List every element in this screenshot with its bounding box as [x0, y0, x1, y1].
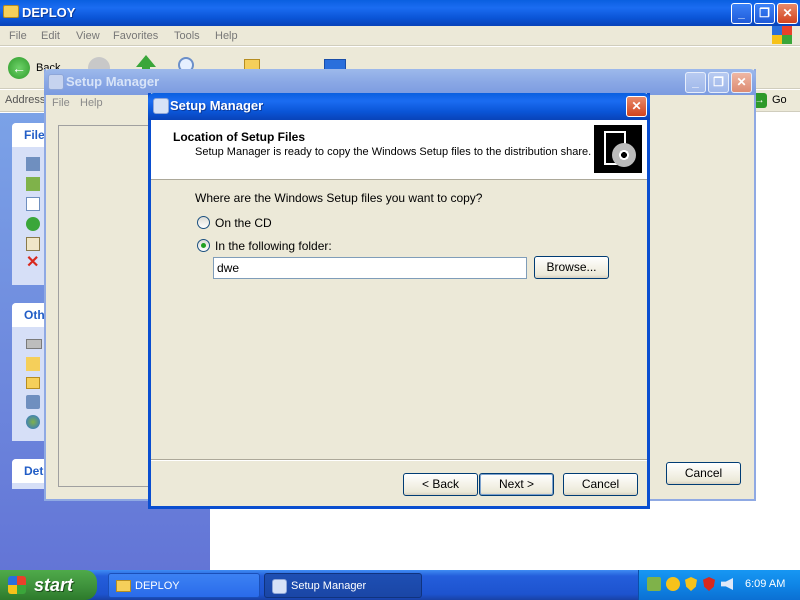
menu-favorites[interactable]: Favorites [113, 30, 158, 42]
deploy-menu-bar: File Edit View Favorites Tools Help [0, 26, 800, 46]
back-button[interactable]: < Back [403, 473, 478, 496]
taskbar-item-deploy-label: DEPLOY [135, 580, 180, 592]
option-folder-radio[interactable] [197, 239, 210, 252]
move-icon[interactable] [26, 177, 40, 191]
email-icon[interactable] [26, 237, 40, 251]
option-cd-radio[interactable] [197, 216, 210, 229]
setup-cancel-button[interactable]: Cancel [666, 462, 741, 485]
option-folder-label: In the following folder: [215, 239, 332, 253]
dialog-close-button[interactable]: ✕ [626, 96, 647, 117]
setup-manager-icon [272, 579, 287, 594]
dialog-title-bar[interactable]: Setup Manager ✕ [148, 93, 650, 120]
option-cd-label: On the CD [215, 216, 272, 230]
copy-icon[interactable] [26, 197, 40, 211]
browse-button[interactable]: Browse... [534, 256, 609, 279]
next-button[interactable]: Next > [479, 473, 554, 496]
menu-file[interactable]: File [9, 30, 27, 42]
clock[interactable]: 6:09 AM [745, 578, 785, 590]
deploy-minimize-button[interactable]: _ [731, 3, 752, 24]
menu-edit[interactable]: Edit [41, 30, 60, 42]
menu-help[interactable]: Help [215, 30, 238, 42]
folder-icon [116, 580, 131, 592]
security-shield-tray-icon[interactable] [685, 577, 697, 591]
setup-manager-left-panel [58, 125, 158, 487]
back-arrow-icon: ← [8, 57, 30, 79]
network-icon[interactable] [26, 415, 40, 429]
drive-icon[interactable] [26, 339, 42, 349]
shared-folder-icon[interactable] [26, 377, 40, 389]
go-label: Go [772, 94, 787, 106]
windows-flag-icon [8, 576, 26, 594]
setup-maximize-button[interactable]: ❐ [708, 72, 729, 93]
folder-path-input[interactable] [213, 257, 527, 279]
menu-view[interactable]: View [76, 30, 100, 42]
setup-box-cd-icon [594, 125, 642, 173]
setup-close-button[interactable]: ✕ [731, 72, 752, 93]
rename-icon[interactable] [26, 157, 40, 171]
wizard-header: Location of Setup Files Setup Manager is… [151, 120, 647, 180]
start-button[interactable]: start [0, 570, 97, 600]
wizard-header-title: Location of Setup Files [173, 130, 306, 144]
setup-manager-title: Setup Manager [66, 74, 160, 89]
taskbar-item-setup-manager[interactable]: Setup Manager [264, 573, 422, 598]
option-cd[interactable]: On the CD [195, 215, 315, 231]
setup-menu-help[interactable]: Help [80, 97, 103, 109]
deploy-title: DEPLOY [22, 5, 76, 20]
system-tray: 6:09 AM [638, 570, 800, 600]
setup-manager-icon [48, 74, 64, 90]
windows-logo-icon [772, 26, 792, 44]
volume-tray-icon[interactable] [721, 578, 733, 590]
delete-icon[interactable]: ✕ [26, 255, 42, 271]
documents-icon[interactable] [26, 357, 40, 371]
dialog-app-icon [153, 98, 169, 114]
dialog-separator [151, 459, 647, 461]
wizard-header-subtitle: Setup Manager is ready to copy the Windo… [195, 146, 592, 158]
dialog-title: Setup Manager [170, 98, 264, 113]
menu-tools[interactable]: Tools [174, 30, 200, 42]
address-label: Address [5, 94, 46, 106]
setup-menu-file[interactable]: File [52, 97, 70, 109]
deploy-maximize-button[interactable]: ❐ [754, 3, 775, 24]
setup-manager-dialog: Setup Manager ✕ Location of Setup Files … [148, 93, 650, 509]
deploy-close-button[interactable]: ✕ [777, 3, 798, 24]
setup-manager-title-bar[interactable]: Setup Manager _ ❐ ✕ [44, 69, 756, 95]
go-button[interactable]: → Go [752, 92, 796, 110]
deploy-title-bar[interactable]: DEPLOY _ ❐ ✕ [0, 0, 800, 26]
taskbar: start DEPLOY Setup Manager 6:09 AM [0, 570, 800, 600]
folder-icon [3, 5, 19, 18]
location-question: Where are the Windows Setup files you wa… [195, 191, 483, 205]
setup-minimize-button[interactable]: _ [685, 72, 706, 93]
alert-shield-tray-icon[interactable] [703, 577, 715, 591]
publish-icon[interactable] [26, 217, 40, 231]
taskbar-item-deploy[interactable]: DEPLOY [108, 573, 260, 598]
taskbar-item-setup-manager-label: Setup Manager [291, 580, 367, 592]
option-folder[interactable]: In the following folder: [195, 238, 375, 254]
start-label: start [34, 575, 74, 595]
cancel-button[interactable]: Cancel [563, 473, 638, 496]
my-computer-icon[interactable] [26, 395, 40, 409]
network-tray-icon[interactable] [647, 577, 661, 591]
messenger-tray-icon[interactable] [666, 577, 680, 591]
